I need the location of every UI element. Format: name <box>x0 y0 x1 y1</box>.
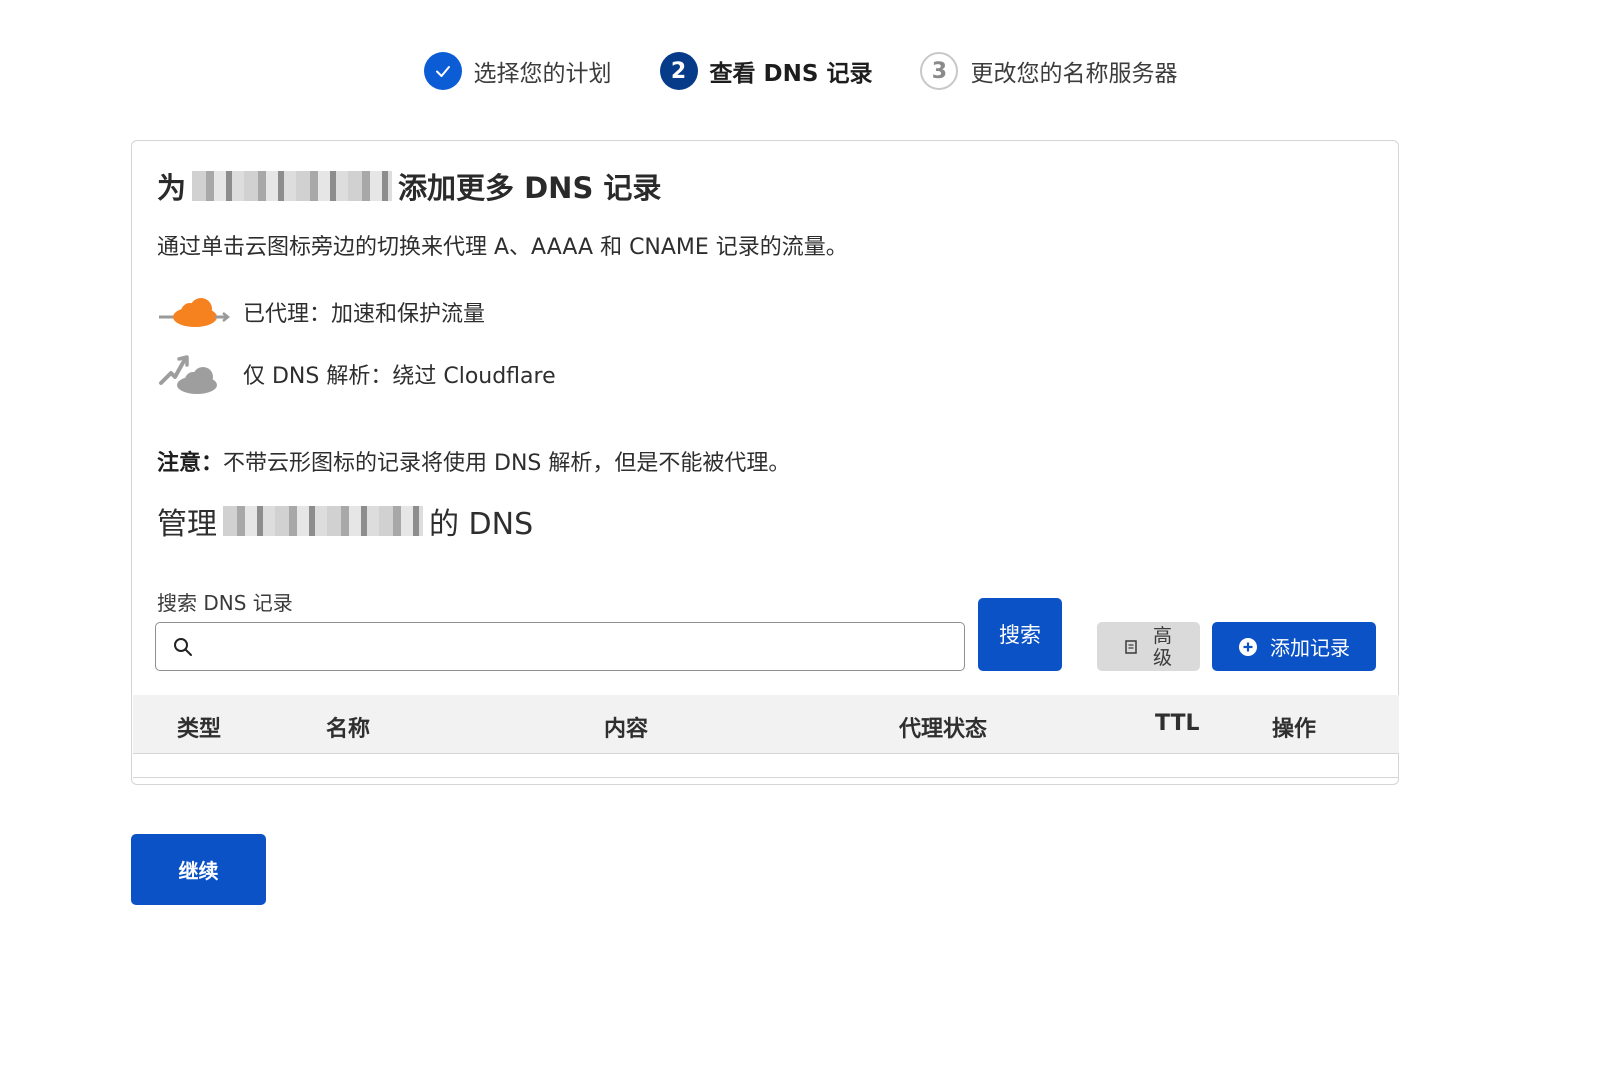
manage-suffix: 的 DNS <box>429 507 534 542</box>
column-type[interactable]: 类型 <box>177 711 221 743</box>
add-record-label: 添加记录 <box>1270 636 1350 660</box>
search-label: 搜索 DNS 记录 <box>157 591 293 615</box>
document-icon <box>1124 639 1137 654</box>
advanced-label: 高级 <box>1152 624 1172 669</box>
step-review-dns[interactable]: 2 查看 DNS 记录 <box>659 52 873 90</box>
dns-records-card: 为 添加更多 DNS 记录 通过单击云图标旁边的切换来代理 A、AAAA 和 C… <box>131 140 1399 785</box>
title-suffix: 添加更多 DNS 记录 <box>398 171 662 205</box>
note-label: 注意： <box>157 451 224 476</box>
column-content[interactable]: 内容 <box>604 711 648 743</box>
manage-prefix: 管理 <box>157 507 217 542</box>
add-record-button[interactable]: 添加记录 <box>1212 622 1376 671</box>
onboarding-stepper: 选择您的计划 2 查看 DNS 记录 3 更改您的名称服务器 <box>0 52 1601 90</box>
column-name[interactable]: 名称 <box>326 711 370 743</box>
dns-table-header: 类型 名称 内容 代理状态 TTL 操作 <box>133 695 1399 754</box>
legend-proxied: 已代理：加速和保护流量 <box>157 287 485 337</box>
title-prefix: 为 <box>157 171 187 205</box>
plus-circle-icon <box>1239 637 1257 656</box>
card-title: 为 添加更多 DNS 记录 <box>157 165 661 207</box>
continue-button[interactable]: 继续 <box>131 834 266 905</box>
note: 注意：不带云形图标的记录将使用 DNS 解析，但是不能被代理。 <box>157 445 790 477</box>
column-proxy-status[interactable]: 代理状态 <box>899 711 987 743</box>
checkmark-icon <box>423 52 462 90</box>
step-number: 2 <box>659 52 698 90</box>
step-number: 3 <box>920 52 959 90</box>
column-actions: 操作 <box>1272 717 1317 742</box>
search-icon <box>174 637 192 656</box>
search-dns-input[interactable] <box>202 625 964 668</box>
step-label: 选择您的计划 <box>473 61 612 87</box>
legend-dns-only: 仅 DNS 解析：绕过 Cloudflare <box>157 349 556 399</box>
proxied-cloud-icon <box>159 298 231 327</box>
search-dns-input-wrapper[interactable] <box>155 622 965 671</box>
step-label: 更改您的名称服务器 <box>970 61 1178 87</box>
advanced-button[interactable]: 高级 <box>1097 622 1200 671</box>
note-text: 不带云形图标的记录将使用 DNS 解析，但是不能被代理。 <box>223 451 791 476</box>
column-ttl[interactable]: TTL <box>1155 711 1200 736</box>
step-label: 查看 DNS 记录 <box>709 61 873 87</box>
legend-dns-only-label: 仅 DNS 解析：绕过 Cloudflare <box>243 364 556 389</box>
table-divider <box>133 777 1399 778</box>
redacted-domain <box>192 171 393 201</box>
step-change-nameservers[interactable]: 3 更改您的名称服务器 <box>920 52 1177 90</box>
search-button[interactable]: 搜索 <box>978 598 1062 671</box>
redacted-domain <box>223 506 423 536</box>
page: 选择您的计划 2 查看 DNS 记录 3 更改您的名称服务器 为 添加更多 DN… <box>0 0 1601 1092</box>
step-select-plan[interactable]: 选择您的计划 <box>423 52 612 90</box>
dns-only-cloud-icon <box>159 355 217 394</box>
card-description: 通过单击云图标旁边的切换来代理 A、AAAA 和 CNAME 记录的流量。 <box>157 235 848 260</box>
manage-dns-heading: 管理 的 DNS <box>157 499 533 543</box>
legend-proxied-label: 已代理：加速和保护流量 <box>243 302 486 327</box>
